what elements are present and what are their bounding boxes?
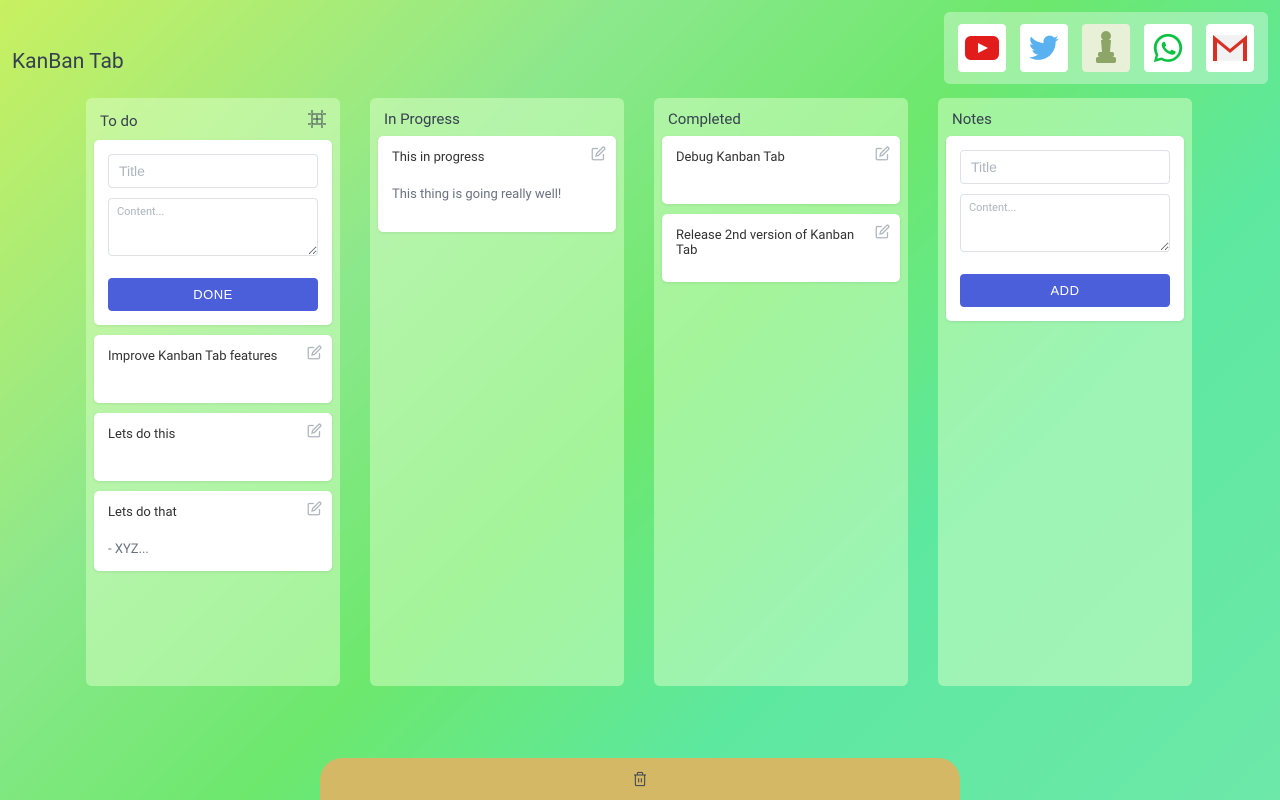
todo-done-button[interactable]: DONE xyxy=(108,278,318,311)
column-notes: Notes ADD xyxy=(938,98,1192,686)
card-title: Debug Kanban Tab xyxy=(676,150,886,165)
todo-content-input[interactable] xyxy=(108,198,318,256)
column-title-todo: To do xyxy=(100,112,138,130)
edit-icon[interactable] xyxy=(307,423,322,442)
card-body: This thing is going really well! xyxy=(392,187,602,202)
column-title-in-progress: In Progress xyxy=(384,110,460,128)
shortcut-chess[interactable] xyxy=(1082,24,1130,72)
trash-icon xyxy=(632,770,648,788)
edit-icon[interactable] xyxy=(875,224,890,243)
edit-icon[interactable] xyxy=(307,345,322,364)
youtube-icon xyxy=(965,36,999,60)
selection-icon[interactable] xyxy=(308,110,326,132)
edit-icon[interactable] xyxy=(307,501,322,520)
gmail-icon xyxy=(1213,35,1247,61)
notes-title-input[interactable] xyxy=(960,150,1170,184)
todo-title-input[interactable] xyxy=(108,154,318,188)
completed-card[interactable]: Release 2nd version of Kanban Tab xyxy=(662,214,900,282)
column-title-notes: Notes xyxy=(952,110,992,128)
column-completed: Completed Debug Kanban Tab Release 2nd v… xyxy=(654,98,908,686)
kanban-board: To do DONE Improve Kanban Tab features L… xyxy=(0,84,1280,686)
todo-card[interactable]: Lets do this xyxy=(94,413,332,481)
column-title-completed: Completed xyxy=(668,110,741,128)
card-title: Lets do that xyxy=(108,505,318,520)
shortcuts-bar xyxy=(944,12,1268,84)
shortcut-gmail[interactable] xyxy=(1206,24,1254,72)
twitter-icon xyxy=(1028,32,1060,64)
notes-content-input[interactable] xyxy=(960,194,1170,252)
chess-icon xyxy=(1093,30,1119,66)
card-title: Lets do this xyxy=(108,427,318,442)
trash-drop-zone[interactable] xyxy=(320,758,960,800)
edit-icon[interactable] xyxy=(875,146,890,165)
shortcut-youtube[interactable] xyxy=(958,24,1006,72)
card-title: Improve Kanban Tab features xyxy=(108,349,318,364)
column-todo: To do DONE Improve Kanban Tab features L… xyxy=(86,98,340,686)
todo-add-form: DONE xyxy=(94,140,332,325)
notes-add-form: ADD xyxy=(946,136,1184,321)
whatsapp-icon xyxy=(1151,31,1185,65)
column-in-progress: In Progress This in progress This thing … xyxy=(370,98,624,686)
todo-card[interactable]: Lets do that - XYZ... xyxy=(94,491,332,571)
shortcut-whatsapp[interactable] xyxy=(1144,24,1192,72)
card-title: Release 2nd version of Kanban Tab xyxy=(676,228,886,258)
app-title: KanBan Tab xyxy=(12,22,124,74)
shortcut-twitter[interactable] xyxy=(1020,24,1068,72)
in-progress-card[interactable]: This in progress This thing is going rea… xyxy=(378,136,616,232)
card-title: This in progress xyxy=(392,150,602,165)
notes-add-button[interactable]: ADD xyxy=(960,274,1170,307)
completed-card[interactable]: Debug Kanban Tab xyxy=(662,136,900,204)
edit-icon[interactable] xyxy=(591,146,606,165)
todo-card[interactable]: Improve Kanban Tab features xyxy=(94,335,332,403)
card-body: - XYZ... xyxy=(108,542,318,557)
